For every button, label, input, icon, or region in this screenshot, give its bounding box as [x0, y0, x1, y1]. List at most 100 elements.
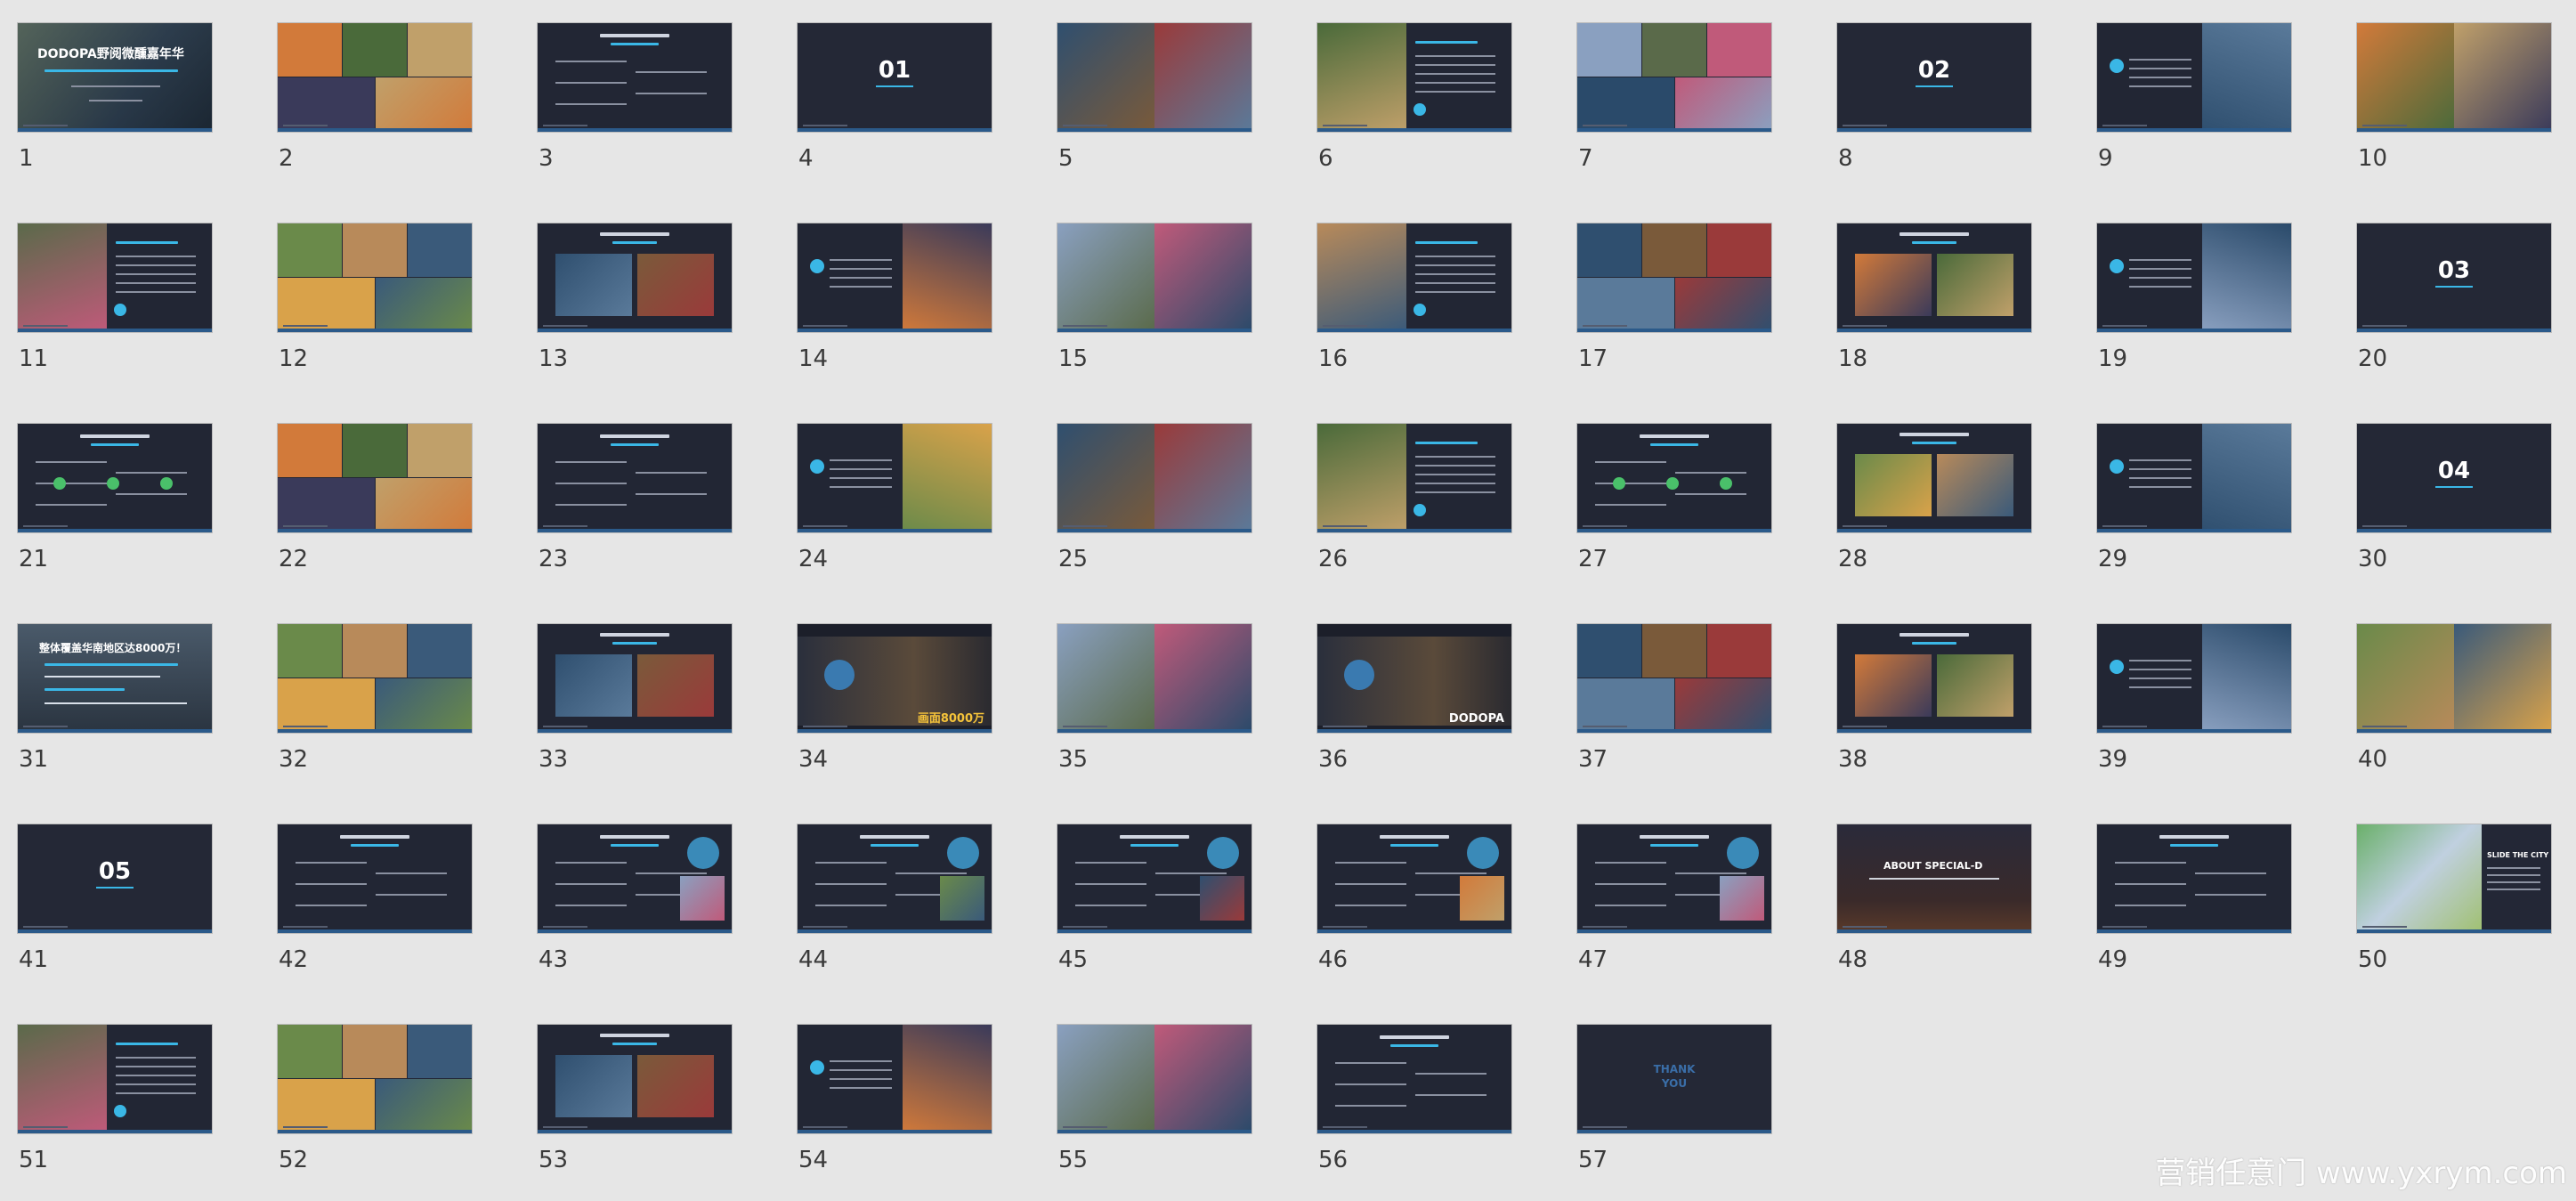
- slide-preview[interactable]: [1836, 223, 2032, 333]
- slide-thumbnail-item[interactable]: 39: [2096, 623, 2292, 773]
- slide-thumbnail-item[interactable]: 19: [2096, 223, 2292, 372]
- slide-thumbnail-item[interactable]: THANK YOU 57: [1576, 1024, 1772, 1173]
- slide-preview[interactable]: [1057, 223, 1252, 333]
- slide-thumbnail-item[interactable]: 52: [277, 1024, 473, 1173]
- slide-thumbnail-item[interactable]: 5: [1057, 22, 1252, 172]
- slide-thumbnail-item[interactable]: 18: [1836, 223, 2032, 372]
- slide-thumbnail-item[interactable]: 12: [277, 223, 473, 372]
- slide-preview[interactable]: [1836, 623, 2032, 734]
- slide-thumbnail-item[interactable]: 01 4: [797, 22, 992, 172]
- slide-thumbnail-item[interactable]: 43: [537, 824, 733, 973]
- slide-thumbnail-item[interactable]: 54: [797, 1024, 992, 1173]
- slide-preview[interactable]: [277, 223, 473, 333]
- slide-preview[interactable]: [1576, 824, 1772, 934]
- slide-thumbnail-item[interactable]: DODOPA野阅微醺嘉年华 1: [17, 22, 213, 172]
- slide-thumbnail-item[interactable]: 画面8000万 34: [797, 623, 992, 773]
- slide-preview[interactable]: [1057, 824, 1252, 934]
- slide-thumbnail-item[interactable]: 47: [1576, 824, 1772, 973]
- slide-thumbnail-item[interactable]: 16: [1316, 223, 1512, 372]
- slide-thumbnail-item[interactable]: 29: [2096, 423, 2292, 572]
- slide-preview[interactable]: [2096, 223, 2292, 333]
- slide-thumbnail-item[interactable]: 40: [2356, 623, 2552, 773]
- slide-preview[interactable]: 03: [2356, 223, 2552, 333]
- slide-thumbnail-item[interactable]: 7: [1576, 22, 1772, 172]
- slide-preview[interactable]: 04: [2356, 423, 2552, 533]
- slide-preview[interactable]: 05: [17, 824, 213, 934]
- slide-thumbnail-item[interactable]: 11: [17, 223, 213, 372]
- slide-preview[interactable]: 整体覆盖华南地区达8000万！: [17, 623, 213, 734]
- slide-preview[interactable]: [1576, 223, 1772, 333]
- slide-preview[interactable]: [1057, 22, 1252, 133]
- slide-thumbnail-item[interactable]: 04 30: [2356, 423, 2552, 572]
- slide-preview[interactable]: [537, 1024, 733, 1134]
- slide-thumbnail-item[interactable]: 23: [537, 423, 733, 572]
- slide-thumbnail-item[interactable]: 42: [277, 824, 473, 973]
- slide-preview[interactable]: [537, 824, 733, 934]
- slide-preview[interactable]: [537, 623, 733, 734]
- slide-thumbnail-item[interactable]: 3: [537, 22, 733, 172]
- slide-preview[interactable]: [17, 423, 213, 533]
- slide-preview[interactable]: [1316, 423, 1512, 533]
- slide-preview[interactable]: 01: [797, 22, 992, 133]
- slide-preview[interactable]: [797, 824, 992, 934]
- slide-preview[interactable]: DODOPA野阅微醺嘉年华: [17, 22, 213, 133]
- slide-preview[interactable]: [17, 1024, 213, 1134]
- slide-preview[interactable]: [797, 1024, 992, 1134]
- slide-preview[interactable]: [1576, 22, 1772, 133]
- slide-thumbnail-item[interactable]: 32: [277, 623, 473, 773]
- slide-preview[interactable]: [537, 22, 733, 133]
- slide-thumbnail-item[interactable]: SLIDE THE CITY 50: [2356, 824, 2552, 973]
- slide-preview[interactable]: [277, 22, 473, 133]
- slide-preview[interactable]: [2096, 623, 2292, 734]
- slide-thumbnail-item[interactable]: 15: [1057, 223, 1252, 372]
- slide-preview[interactable]: [1057, 623, 1252, 734]
- slide-thumbnail-item[interactable]: 13: [537, 223, 733, 372]
- slide-preview[interactable]: DODOPA: [1316, 623, 1512, 734]
- slide-preview[interactable]: 画面8000万: [797, 623, 992, 734]
- slide-preview[interactable]: [277, 824, 473, 934]
- slide-preview[interactable]: ABOUT SPECIAL-D: [1836, 824, 2032, 934]
- slide-preview[interactable]: [797, 223, 992, 333]
- slide-preview[interactable]: 02: [1836, 22, 2032, 133]
- slide-thumbnail-item[interactable]: DODOPA 36: [1316, 623, 1512, 773]
- slide-thumbnail-item[interactable]: 45: [1057, 824, 1252, 973]
- slide-thumbnail-item[interactable]: 33: [537, 623, 733, 773]
- slide-thumbnail-item[interactable]: 14: [797, 223, 992, 372]
- slide-thumbnail-item[interactable]: 38: [1836, 623, 2032, 773]
- slide-thumbnail-item[interactable]: 21: [17, 423, 213, 572]
- slide-thumbnail-item[interactable]: 56: [1316, 1024, 1512, 1173]
- slide-thumbnail-item[interactable]: 26: [1316, 423, 1512, 572]
- slide-preview[interactable]: [277, 423, 473, 533]
- slide-thumbnail-item[interactable]: 53: [537, 1024, 733, 1173]
- slide-thumbnail-item[interactable]: 整体覆盖华南地区达8000万！ 31: [17, 623, 213, 773]
- slide-preview[interactable]: [2356, 623, 2552, 734]
- slide-preview[interactable]: [277, 623, 473, 734]
- slide-thumbnail-item[interactable]: 44: [797, 824, 992, 973]
- slide-preview[interactable]: [17, 223, 213, 333]
- slide-preview[interactable]: [2356, 22, 2552, 133]
- slide-thumbnail-item[interactable]: 02 8: [1836, 22, 2032, 172]
- slide-thumbnail-item[interactable]: 24: [797, 423, 992, 572]
- slide-preview[interactable]: [277, 1024, 473, 1134]
- slide-thumbnail-item[interactable]: 10: [2356, 22, 2552, 172]
- slide-thumbnail-item[interactable]: 37: [1576, 623, 1772, 773]
- slide-preview[interactable]: [1836, 423, 2032, 533]
- slide-preview[interactable]: [537, 223, 733, 333]
- slide-preview[interactable]: [1057, 1024, 1252, 1134]
- slide-preview[interactable]: [2096, 22, 2292, 133]
- slide-thumbnail-item[interactable]: 6: [1316, 22, 1512, 172]
- slide-thumbnail-item[interactable]: 03 20: [2356, 223, 2552, 372]
- slide-preview[interactable]: THANK YOU: [1576, 1024, 1772, 1134]
- slide-thumbnail-item[interactable]: 28: [1836, 423, 2032, 572]
- slide-thumbnail-item[interactable]: 2: [277, 22, 473, 172]
- slide-preview[interactable]: [1316, 824, 1512, 934]
- slide-preview[interactable]: [1316, 223, 1512, 333]
- slide-preview[interactable]: [537, 423, 733, 533]
- slide-thumbnail-item[interactable]: 49: [2096, 824, 2292, 973]
- slide-preview[interactable]: SLIDE THE CITY: [2356, 824, 2552, 934]
- slide-thumbnail-item[interactable]: 17: [1576, 223, 1772, 372]
- slide-thumbnail-item[interactable]: 55: [1057, 1024, 1252, 1173]
- slide-preview[interactable]: [1316, 1024, 1512, 1134]
- slide-preview[interactable]: [2096, 824, 2292, 934]
- slide-thumbnail-item[interactable]: 51: [17, 1024, 213, 1173]
